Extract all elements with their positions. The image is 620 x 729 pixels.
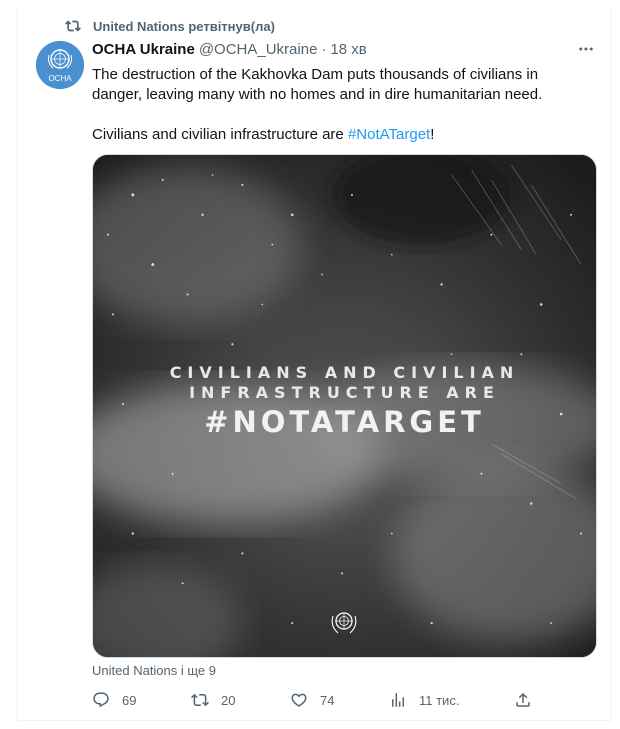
views-count: 11 тис. xyxy=(419,692,460,708)
more-dots-icon xyxy=(579,47,593,51)
un-emblem-icon: OCHA xyxy=(36,41,84,89)
retweet-count: 20 xyxy=(221,692,236,708)
retweet-label: United Nations ретвітнув(ла) xyxy=(93,18,275,34)
liked-by-text[interactable]: United Nations і ще 9 xyxy=(92,663,216,678)
author-handle[interactable]: @OCHA_Ukraine xyxy=(199,41,318,58)
tweet-paragraph-2: Civilians and civilian infrastructure ar… xyxy=(92,125,592,145)
share-icon xyxy=(516,692,530,707)
like-button[interactable]: 74 xyxy=(290,690,334,710)
tweet-text: The destruction of the Kakhovka Dam puts… xyxy=(92,65,592,145)
reply-icon xyxy=(93,692,109,708)
like-count: 74 xyxy=(320,692,335,708)
views-chart-icon xyxy=(392,693,404,707)
tweet-paragraph-1: The destruction of the Kakhovka Dam puts… xyxy=(92,66,543,103)
tweet-text-after-hashtag: ! xyxy=(430,126,435,143)
avatar[interactable]: OCHA xyxy=(36,41,84,89)
tweet-header: OCHA Ukraine @OCHA_Ukraine · 18 хв xyxy=(92,41,367,58)
reply-count: 69 xyxy=(122,692,137,708)
retweet-action-icon xyxy=(191,693,209,707)
hashtag-link[interactable]: #NotATarget xyxy=(348,126,430,143)
media-hashtag-text: #NOTATARGET xyxy=(204,405,485,439)
media-text-line-2: INFRASTRUCTURE ARE xyxy=(189,383,500,402)
tweet-text-before-hashtag: Civilians and civilian infrastructure ar… xyxy=(92,126,348,143)
tweet-media-image[interactable]: CIVILIANS AND CIVILIAN INFRASTRUCTURE AR… xyxy=(92,154,597,658)
author-name[interactable]: OCHA Ukraine xyxy=(92,41,195,58)
avatar-label: OCHA xyxy=(48,74,72,83)
heart-icon xyxy=(291,693,307,707)
tweet-time[interactable]: 18 хв xyxy=(330,41,366,58)
share-button[interactable] xyxy=(514,690,532,710)
media-text-line-1: CIVILIANS AND CIVILIAN xyxy=(169,363,520,382)
retweet-indicator[interactable]: United Nations ретвітнув(ла) xyxy=(65,18,275,34)
retweet-button[interactable]: 20 xyxy=(191,690,235,710)
more-options-button[interactable] xyxy=(575,39,597,59)
tweet-card[interactable]: United Nations ретвітнув(ла) OCHA OCHA U… xyxy=(17,8,612,721)
un-logo-icon xyxy=(327,607,361,639)
separator-dot: · xyxy=(321,41,327,58)
views-button[interactable]: 11 тис. xyxy=(389,690,459,710)
reply-button[interactable]: 69 xyxy=(92,690,136,710)
tweet-actions: 69 20 74 11 тис. xyxy=(92,690,532,710)
retweet-icon xyxy=(65,20,81,32)
